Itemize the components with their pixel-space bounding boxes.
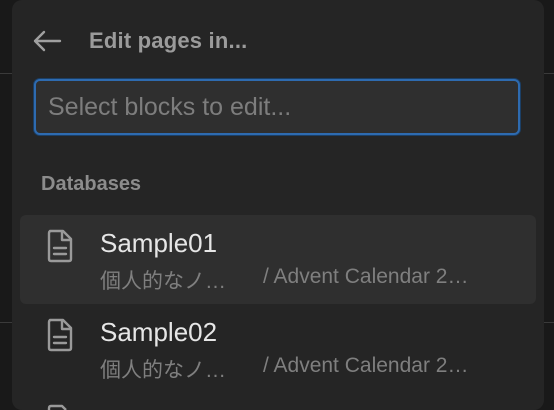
search-input[interactable] — [36, 81, 518, 133]
item-parent-path: / Advent Calendar 2… — [263, 265, 469, 288]
item-parent-path: / Advent Calendar 2… — [263, 354, 469, 377]
item-workspace-path: 個人的なノ… — [100, 359, 226, 382]
divider — [544, 73, 554, 74]
section-label-databases: Databases — [41, 173, 142, 195]
back-arrow-icon[interactable] — [32, 26, 62, 56]
divider — [544, 322, 554, 323]
edit-pages-popup: Edit pages in... Databases Sample01 個人的な… — [12, 0, 544, 410]
item-title: Sample01 — [100, 228, 218, 258]
list-item-sample02[interactable]: Sample02 個人的なノ… / Advent Calendar 2… — [20, 304, 536, 393]
item-workspace-path: 個人的なノ… — [100, 270, 226, 293]
list-item-sample01[interactable]: Sample01 個人的なノ… / Advent Calendar 2… — [20, 215, 536, 304]
search-field[interactable] — [34, 79, 520, 135]
document-icon — [47, 229, 73, 263]
popup-title: Edit pages in... — [89, 28, 248, 53]
document-icon — [47, 318, 73, 352]
popup-header: Edit pages in... — [12, 0, 544, 80]
item-title: Sample02 — [100, 317, 218, 347]
document-icon — [47, 404, 67, 410]
